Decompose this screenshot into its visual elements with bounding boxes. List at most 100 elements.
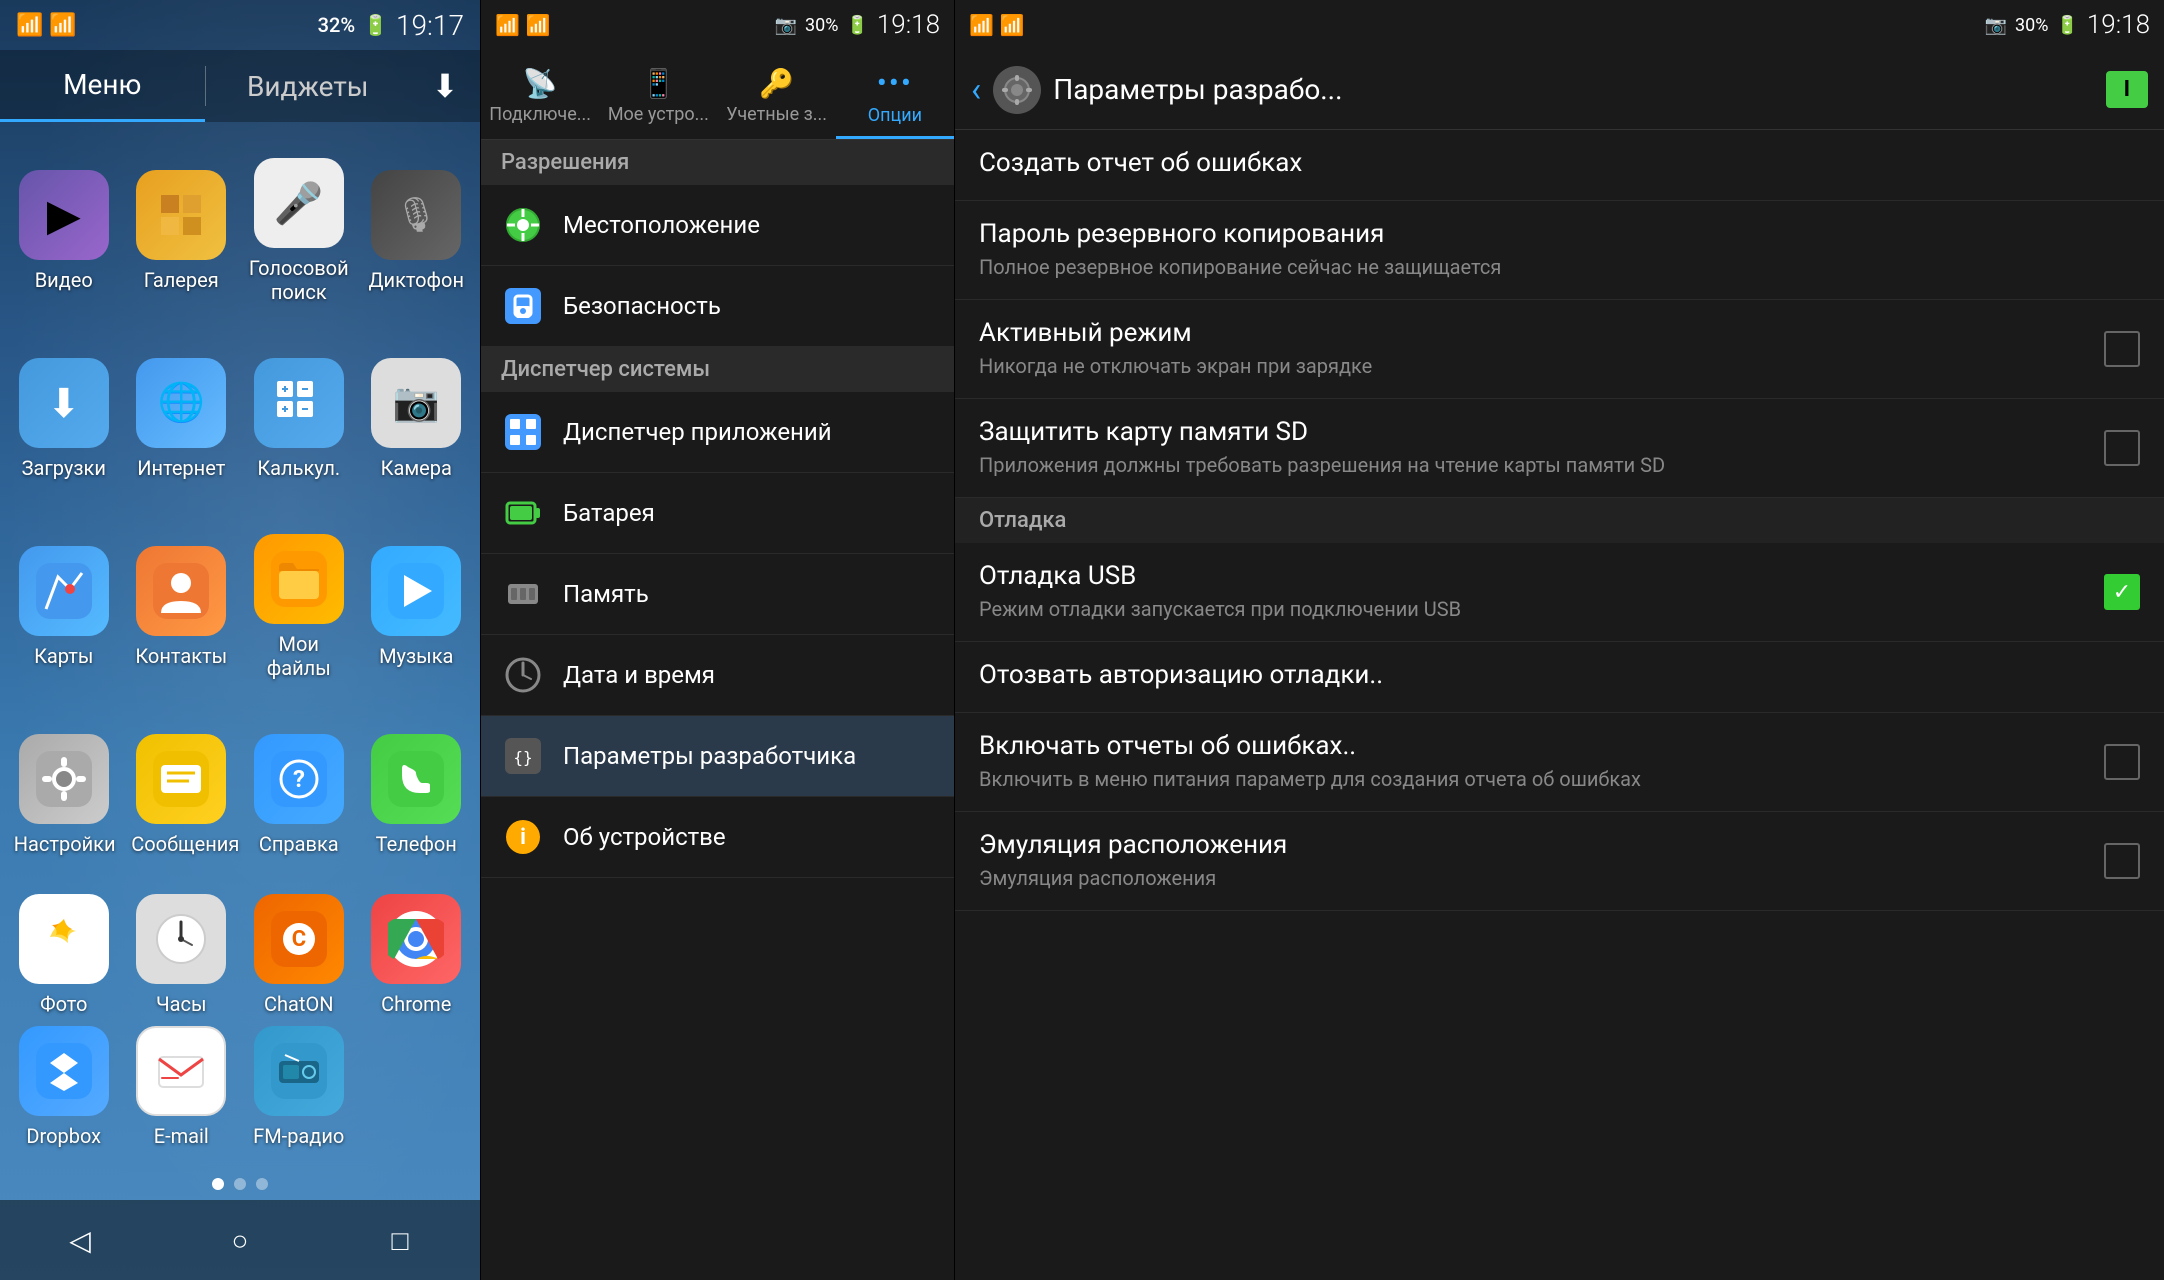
settings-panel: 📶 📶 📷 30% 🔋 19:18 📡 Подключе... 📱 Мое ус… [480,0,954,1280]
settings-item-memory[interactable]: Память [481,554,954,635]
dev-back-button[interactable]: ‹ [971,70,981,110]
dev-item-mock-location[interactable]: Эмуляция расположения Эмуляция расположе… [955,812,2164,911]
app-downloads[interactable]: ⬇ Загрузки [10,330,118,508]
dev-item-error-reports[interactable]: Включать отчеты об ошибках.. Включить в … [955,713,2164,812]
system-manager-header: Диспетчер системы [481,347,954,392]
tab-device[interactable]: 📱 Мое устро... [599,50,717,139]
app-music[interactable]: Музыка [363,518,471,696]
app-gallery[interactable]: Галерея [128,142,236,320]
dev-item-protect-sd[interactable]: Защитить карту памяти SD Приложения долж… [955,399,2164,498]
app-dropbox-icon [19,1026,109,1116]
svg-text:i: i [520,825,526,850]
app-chrome[interactable]: Chrome [363,894,471,1016]
security-icon [501,284,545,328]
app-chaton-icon: C [254,894,344,984]
app-internet[interactable]: 🌐 Интернет [128,330,236,508]
permissions-section-header: Разрешения [481,140,954,185]
dev-item-bug-report[interactable]: Создать отчет об ошибках [955,130,2164,201]
settings-wifi-icon: 📶 [495,13,520,37]
app-myfiles[interactable]: Мои файлы [245,518,353,696]
battery-icon: 🔋 [363,13,388,37]
home-button[interactable]: ○ [210,1220,270,1260]
app-clock[interactable]: Часы [128,894,236,1016]
settings-item-developer[interactable]: {} Параметры разработчика [481,716,954,797]
dev-backup-password-title: Пароль резервного копирования [979,219,2140,249]
app-email[interactable]: E-mail [128,1026,236,1148]
app-camera[interactable]: 📷 Камера [363,330,471,508]
settings-item-app-manager[interactable]: Диспетчер приложений [481,392,954,473]
memory-label: Память [563,580,649,608]
developer-label: Параметры разработчика [563,742,856,770]
dev-mock-location-checkbox[interactable] [2104,843,2140,879]
app-calc-icon [254,358,344,448]
app-phone[interactable]: Телефон [363,706,471,884]
app-clock-icon [136,894,226,984]
settings-status-right: 📷 30% 🔋 19:18 [775,10,940,40]
app-contacts[interactable]: Контакты [128,518,236,696]
dev-usb-debug-checkbox[interactable]: ✓ [2104,574,2140,610]
app-myfiles-icon [254,534,344,624]
dev-item-backup-password[interactable]: Пароль резервного копирования Полное рез… [955,201,2164,300]
settings-item-location[interactable]: Местоположение [481,185,954,266]
tab-widgets-label: Виджеты [247,70,369,103]
settings-item-security[interactable]: Безопасность [481,266,954,347]
app-email-icon [136,1026,226,1116]
dev-header: ‹ Параметры разрабо... I [955,50,2164,130]
settings-item-about[interactable]: i Об устройстве [481,797,954,878]
app-calc[interactable]: Калькул. [245,330,353,508]
dev-mock-location-subtitle: Эмуляция расположения [979,864,2140,892]
tab-device-label: Мое устро... [608,104,709,125]
app-calc-label: Калькул. [257,456,340,480]
app-maps-icon [19,546,109,636]
dev-error-reports-checkbox[interactable] [2104,744,2140,780]
tab-widgets[interactable]: Виджеты [206,50,411,122]
tab-connections[interactable]: 📡 Подключе... [481,50,599,139]
home-tab-bar: Меню Виджеты ⬇ [0,50,480,122]
tab-options-icon: ••• [877,66,913,101]
wifi-signal-icon: 📶 [16,13,43,38]
app-chaton[interactable]: C ChatON [245,894,353,1016]
dev-item-usb-debug[interactable]: Отладка USB Режим отладки запускается пр… [955,543,2164,642]
developer-icon: {} [501,734,545,778]
app-photos[interactable]: Фото [10,894,118,1016]
app-dictaphone[interactable]: 🎙 Диктофон [363,142,471,320]
dev-header-title: Параметры разрабо... [1053,73,2093,106]
tab-download-btn[interactable]: ⬇ [410,50,480,122]
back-button[interactable]: ◁ [50,1220,110,1260]
settings-time: 19:18 [877,10,940,40]
app-internet-label: Интернет [137,456,225,480]
app-dictaphone-label: Диктофон [369,268,464,292]
app-messages[interactable]: Сообщения [128,706,236,884]
app-fmradio[interactable]: FM-радио [245,1026,353,1148]
dev-badge-label: I [2124,77,2130,102]
settings-tabs: 📡 Подключе... 📱 Мое устро... 🔑 Учетные з… [481,50,954,140]
app-phone-icon [371,734,461,824]
dev-item-revoke-debug[interactable]: Отозвать авторизацию отладки.. [955,642,2164,713]
app-help[interactable]: ? Справка [245,706,353,884]
tab-menu-label: Меню [63,68,141,101]
battery-settings-icon [501,491,545,535]
app-video[interactable]: ▶ Видео [10,142,118,320]
app-settings[interactable]: Настройки [10,706,118,884]
dev-protect-sd-checkbox[interactable] [2104,430,2140,466]
tab-accounts[interactable]: 🔑 Учетные з... [718,50,836,139]
settings-item-battery[interactable]: Батарея [481,473,954,554]
dev-header-badge: I [2106,71,2148,108]
app-help-label: Справка [259,832,339,856]
tab-accounts-icon: 🔑 [759,67,794,100]
recents-button[interactable]: □ [370,1220,430,1260]
app-dropbox[interactable]: Dropbox [10,1026,118,1148]
app-voice[interactable]: 🎤 Голосовой поиск [245,142,353,320]
settings-item-datetime[interactable]: Дата и время [481,635,954,716]
tab-menu[interactable]: Меню [0,50,205,122]
app-photos-icon [19,894,109,984]
app-fmradio-label: FM-радио [253,1124,344,1148]
settings-battery-icon: 🔋 [846,15,868,36]
home-screen: 📶 📶 32% 🔋 19:17 Меню Виджеты ⬇ ▶ Видео [0,0,480,1280]
dev-active-mode-checkbox[interactable] [2104,331,2140,367]
tab-options[interactable]: ••• Опции [836,50,954,139]
app-maps[interactable]: Карты [10,518,118,696]
dev-status-bar: 📶 📶 📷 30% 🔋 19:18 [955,0,2164,50]
dev-item-active-mode[interactable]: Активный режим Никогда не отключать экра… [955,300,2164,399]
about-icon: i [501,815,545,859]
